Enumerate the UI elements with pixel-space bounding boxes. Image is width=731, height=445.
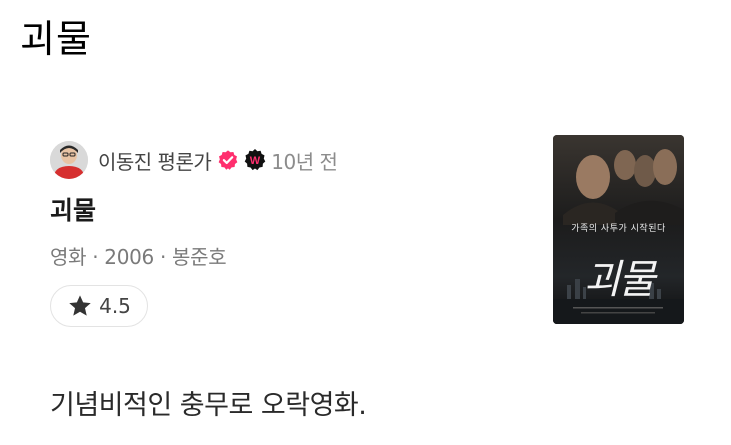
person-avatar-icon [50,141,88,179]
rating-value: 4.5 [99,294,131,318]
avatar[interactable] [50,141,88,179]
movie-poster[interactable]: 가족의 사투가 시작된다 괴물 [553,135,684,324]
movie-title[interactable]: 괴물 [50,193,96,229]
w-badge-icon: W [244,149,266,171]
verified-check-icon [218,150,238,170]
poster-logo: 괴물 [583,257,656,303]
movie-meta: 영화 · 2006 · 봉준호 [50,242,227,272]
star-icon [69,295,91,316]
poster-tagline: 가족의 사투가 시작된다 [571,224,666,234]
time-ago: 10년 전 [271,149,338,174]
rating-chip: 4.5 [50,285,148,327]
movie-year: 2006 [104,245,154,269]
movie-director: 봉준호 [172,245,227,269]
movie-category: 영화 [50,245,87,269]
meta-separator: · [92,245,99,269]
page-title: 괴물 [20,17,92,61]
svg-text:W: W [250,155,261,167]
author-row[interactable]: 이동진 평론가 W 10년 전 [50,141,338,179]
author-name[interactable]: 이동진 평론가 [98,146,212,175]
review-text: 기념비적인 충무로 오락영화. [50,390,367,421]
meta-separator: · [159,245,167,269]
